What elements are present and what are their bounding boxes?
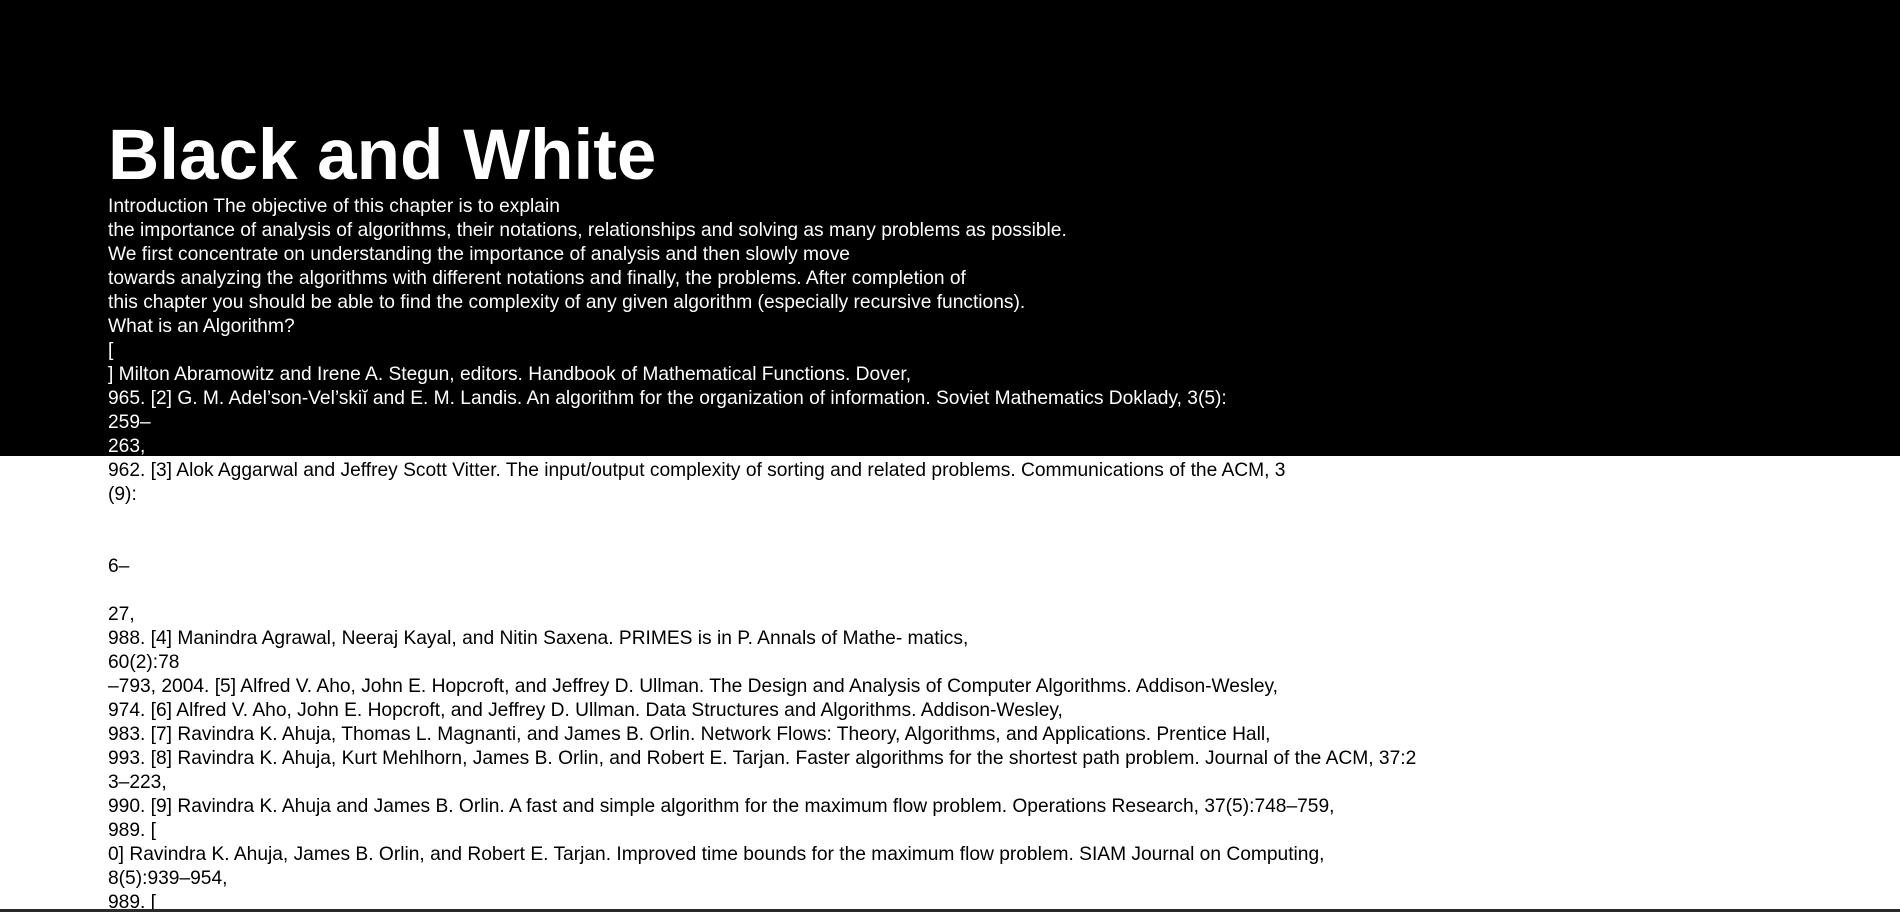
- text-line: Introduction The objective of this chapt…: [108, 196, 560, 217]
- text-line: We first concentrate on understanding th…: [108, 244, 850, 265]
- text-line: 990. [9] Ravindra K. Ahuja and James B. …: [108, 796, 1335, 817]
- text-line: 983. [7] Ravindra K. Ahuja, Thomas L. Ma…: [108, 724, 1271, 745]
- text-line: 988. [4] Manindra Agrawal, Neeraj Kayal,…: [108, 628, 969, 649]
- text-line: the importance of analysis of algorithms…: [108, 220, 1067, 241]
- text-line: [: [108, 340, 114, 361]
- text-line: towards analyzing the algorithms with di…: [108, 268, 966, 289]
- text-line: 965. [2] G. M. Adel’son-Vel’skiĭ and E. …: [108, 388, 1227, 409]
- text-line: 989. [: [108, 820, 157, 841]
- text-line: 974. [6] Alfred V. Aho, John E. Hopcroft…: [108, 700, 1063, 721]
- text-line: [108, 579, 1416, 603]
- page-title: Black and White: [108, 116, 657, 195]
- text-line: ] Milton Abramowitz and Irene A. Stegun,…: [108, 364, 912, 385]
- text-line: 993. [8] Ravindra K. Ahuja, Kurt Mehlhor…: [108, 748, 1417, 769]
- text-line: (9):: [108, 484, 137, 505]
- text-line: [108, 507, 1416, 531]
- text-block: Introduction The objective of this chapt…: [108, 195, 1416, 912]
- text-line: 0] Ravindra K. Ahuja, James B. Orlin, an…: [108, 844, 1325, 865]
- text-line: 8(5):939–954,: [108, 868, 228, 889]
- text-line: [108, 531, 1416, 555]
- text-line: 60(2):78: [108, 652, 180, 673]
- text-line: 6–: [108, 556, 130, 577]
- text-line: this chapter you should be able to find …: [108, 292, 1026, 313]
- text-line: 263,: [108, 436, 146, 457]
- text-line: 962. [3] Alok Aggarwal and Jeffrey Scott…: [108, 460, 1286, 481]
- text-line: What is an Algorithm?: [108, 316, 295, 337]
- text-line: –793, 2004. [5] Alfred V. Aho, John E. H…: [108, 676, 1279, 697]
- text-line: 27,: [108, 604, 135, 625]
- text-line: 259–: [108, 412, 151, 433]
- text-line: 3–223,: [108, 772, 167, 793]
